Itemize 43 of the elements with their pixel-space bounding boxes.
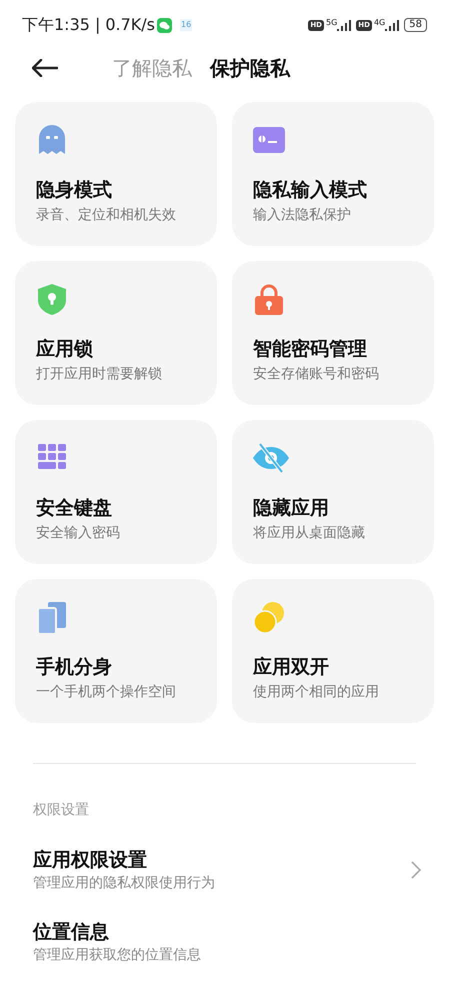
- card-title: 应用双开: [253, 655, 330, 680]
- card-subtitle: 安全存储账号和密码: [253, 365, 380, 384]
- signal-icon: [385, 19, 400, 31]
- card-subtitle: 将应用从桌面隐藏: [253, 524, 366, 543]
- list-item[interactable]: 位置信息 管理应用获取您的位置信息: [0, 919, 449, 965]
- signal-icon: [337, 19, 352, 31]
- list-item[interactable]: 应用权限设置 管理应用的隐私权限使用行为: [0, 847, 449, 893]
- card-title: 隐藏应用: [253, 496, 330, 521]
- network-type: 4G: [374, 17, 386, 29]
- card-subtitle: 使用两个相同的应用: [253, 683, 380, 702]
- network-speed: 0.7K/s: [105, 14, 155, 36]
- chat-app-icon: [157, 18, 172, 32]
- separator-text: |: [94, 14, 100, 36]
- card-title: 隐私输入模式: [253, 178, 368, 203]
- tab[interactable]: 保护隐私: [210, 53, 290, 83]
- feature-card[interactable]: 应用双开 使用两个相同的应用: [232, 579, 434, 723]
- feature-card[interactable]: 智能密码管理 安全存储账号和密码: [232, 261, 434, 405]
- crossed-eye-icon: [253, 442, 289, 476]
- feature-card[interactable]: 隐私输入模式 输入法隐私保护: [232, 102, 434, 246]
- card-title: 安全键盘: [36, 496, 113, 521]
- calendar-badge: 16: [180, 19, 192, 31]
- item-title: 位置信息: [33, 920, 110, 945]
- feature-card[interactable]: 隐藏应用 将应用从桌面隐藏: [232, 420, 434, 564]
- card-subtitle: 一个手机两个操作空间: [36, 683, 177, 702]
- card-subtitle: 安全输入密码: [36, 524, 121, 543]
- item-subtitle: 管理应用获取您的位置信息: [33, 946, 202, 965]
- card-title: 手机分身: [36, 655, 113, 680]
- card-title: 隐身模式: [36, 178, 113, 203]
- item-title: 应用权限设置: [33, 848, 148, 873]
- card-subtitle: 输入法隐私保护: [253, 206, 352, 225]
- section-header: 权限设置: [32, 801, 90, 820]
- card-subtitle: 录音、定位和相机失效: [36, 206, 177, 225]
- feature-card[interactable]: 手机分身 一个手机两个操作空间: [15, 579, 217, 723]
- feature-card[interactable]: 安全键盘 安全输入密码: [15, 420, 217, 564]
- clock-time: 下午1:35: [22, 14, 90, 36]
- card-title: 应用锁: [36, 337, 94, 362]
- card-subtitle: 打开应用时需要解锁: [36, 365, 163, 384]
- feature-card[interactable]: 应用锁 打开应用时需要解锁: [15, 261, 217, 405]
- battery-level: 58: [404, 18, 427, 32]
- feature-card[interactable]: 隐身模式 录音、定位和相机失效: [15, 102, 217, 246]
- network-type: 5G: [326, 17, 338, 29]
- item-subtitle: 管理应用的隐私权限使用行为: [33, 874, 216, 893]
- card-title: 智能密码管理: [253, 337, 368, 362]
